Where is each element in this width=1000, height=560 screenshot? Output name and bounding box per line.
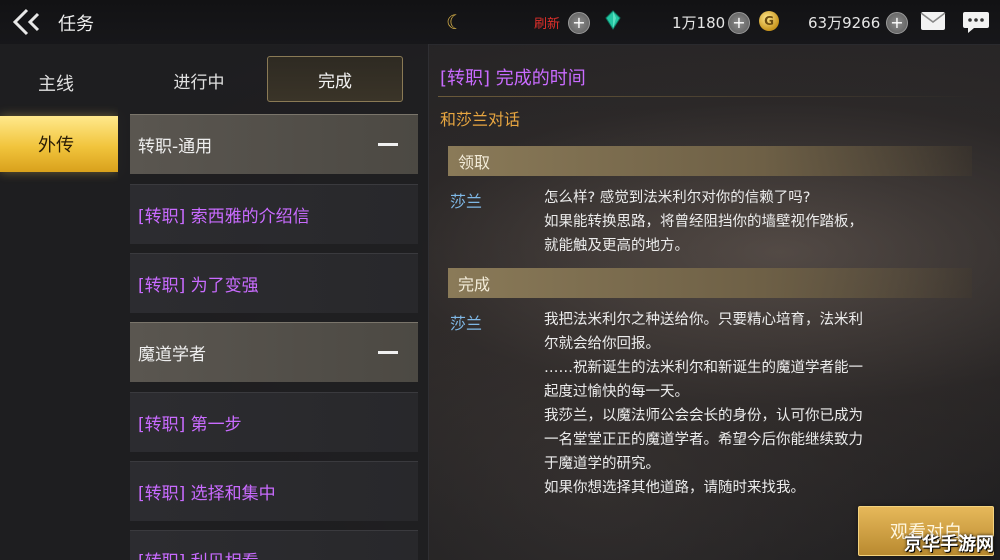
chat-icon[interactable] (962, 10, 990, 34)
quest-list-item[interactable]: [转职] 选择和集中 (130, 461, 418, 521)
complete-section-header: 完成 (448, 268, 972, 298)
dialog-line: 一名堂堂正正的魔道学者。希望今后你能继续致力 (544, 432, 863, 448)
dialog-line: 尔就会给你回报。 (544, 336, 660, 352)
quest-group-header[interactable]: 魔道学者 (130, 322, 418, 382)
tab-in-progress[interactable]: 进行中 (144, 58, 254, 102)
dialog-line: 我把法米利尔之种送给你。只要精心培育，法米利 (544, 312, 863, 328)
dialog-line: 如果能转换思路，将曾经阻挡你的墙壁视作踏板， (544, 214, 863, 230)
quest-list-item[interactable]: [转职] 为了变强 (130, 253, 418, 313)
quest-label: [转职] 第一步 (138, 415, 242, 435)
quest-list-panel: 进行中 完成 转职-通用 [转职] 索西雅的介绍信 [转职] 为了变强 魔道学者… (118, 44, 429, 560)
gold-value: 63万9266 (808, 14, 881, 32)
quest-objective: 和莎兰对话 (440, 110, 521, 129)
title-divider (438, 96, 978, 97)
dialog-line: 怎么样? 感觉到法米利尔对你的信赖了吗? (544, 190, 811, 206)
refresh-plus-button[interactable]: + (568, 12, 590, 34)
category-main-story[interactable]: 主线 (0, 50, 118, 116)
quest-label: [转职] 索西雅的介绍信 (138, 207, 310, 227)
dialog-line: 如果你想选择其他道路，请随时来找我。 (544, 480, 805, 496)
quest-list-item[interactable]: [转职] 利贝相看 (130, 530, 418, 560)
quest-detail-title: [转职] 完成的时间 (440, 68, 586, 89)
top-bar: 任务 ☾ 刷新 + 1万180 + G 63万9266 + (0, 0, 1000, 45)
category-sidebar: 主线 外传 (0, 44, 118, 560)
mail-icon[interactable] (920, 11, 946, 31)
receive-dialog: 怎么样? 感觉到法米利尔对你的信赖了吗? 如果能转换思路，将曾经阻挡你的墙壁视作… (544, 186, 964, 258)
gem-icon (605, 10, 621, 30)
quest-group-label: 魔道学者 (138, 345, 206, 365)
energy-plus-button[interactable]: + (728, 12, 750, 34)
quest-list-item[interactable]: [转职] 第一步 (130, 392, 418, 452)
quest-group-header[interactable]: 转职-通用 (130, 114, 418, 174)
dialog-line: ……祝新诞生的法米利尔和新诞生的魔道学者能一 (544, 360, 863, 376)
complete-speaker-name: 莎兰 (450, 314, 483, 333)
gold-plus-button[interactable]: + (886, 12, 908, 34)
crescent-currency-icon: ☾ (446, 10, 464, 34)
back-button[interactable] (8, 6, 48, 38)
gold-coin-icon: G (759, 11, 779, 31)
back-icon (12, 8, 40, 36)
site-watermark: 京华手游网 (904, 534, 994, 555)
quest-label: [转职] 为了变强 (138, 276, 259, 296)
quest-label: [转职] 选择和集中 (138, 484, 276, 504)
collapse-icon (378, 351, 398, 354)
category-side-story[interactable]: 外传 (0, 116, 118, 172)
energy-value: 1万180 (672, 14, 726, 32)
dialog-line: 起度过愉快的每一天。 (544, 384, 689, 400)
tab-completed[interactable]: 完成 (267, 56, 403, 102)
quest-list-item[interactable]: [转职] 索西雅的介绍信 (130, 184, 418, 244)
receive-section-header: 领取 (448, 146, 972, 176)
quest-detail-panel: [转职] 完成的时间 和莎兰对话 领取 莎兰 怎么样? 感觉到法米利尔对你的信赖… (428, 44, 1000, 560)
page-title: 任务 (58, 14, 94, 35)
dialog-line: 我莎兰，以魔法师公会会长的身份，认可你已成为 (544, 408, 863, 424)
collapse-icon (378, 143, 398, 146)
complete-dialog: 我把法米利尔之种送给你。只要精心培育，法米利 尔就会给你回报。 ……祝新诞生的法… (544, 308, 964, 500)
dialog-line: 于魔道学的研究。 (544, 456, 660, 472)
receive-speaker-name: 莎兰 (450, 192, 483, 211)
refresh-label: 刷新 (534, 17, 561, 32)
quest-group-label: 转职-通用 (138, 137, 213, 157)
quest-label: [转职] 利贝相看 (138, 547, 259, 560)
dialog-line: 就能触及更高的地方。 (544, 238, 689, 254)
